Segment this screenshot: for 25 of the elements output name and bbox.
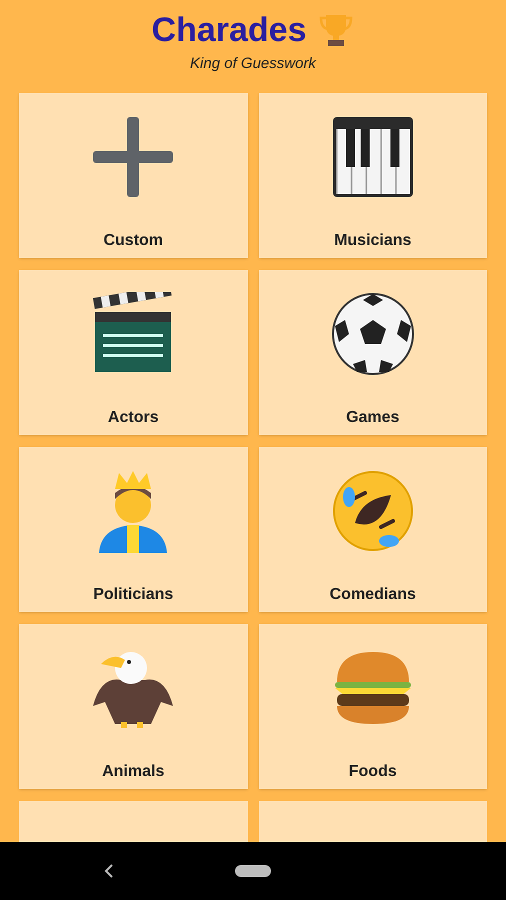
plus-icon xyxy=(91,115,176,199)
laughing-emoji-icon xyxy=(330,469,415,553)
category-card[interactable]: Comedians xyxy=(258,447,487,612)
app-subtitle: King of Guesswork xyxy=(190,54,316,74)
category-label: Actors xyxy=(108,408,159,428)
category-card[interactable]: Animals xyxy=(19,624,248,789)
app-title: Charades xyxy=(152,10,306,50)
back-icon[interactable] xyxy=(104,864,114,878)
category-card[interactable]: Politicians xyxy=(19,447,248,612)
soccer-ball-icon xyxy=(330,292,415,376)
category-label: Animals xyxy=(102,762,164,782)
category-card[interactable]: Actors xyxy=(19,270,248,435)
category-label: Games xyxy=(346,408,400,428)
category-label: Musicians xyxy=(334,231,412,251)
trophy-icon xyxy=(318,12,354,48)
category-label: Custom xyxy=(103,231,164,251)
category-label: Comedians xyxy=(330,585,416,605)
category-card[interactable]: Custom xyxy=(19,93,248,258)
category-label: Politicians xyxy=(93,585,174,605)
category-card[interactable]: Games xyxy=(258,270,487,435)
category-card[interactable]: Musicians xyxy=(258,93,487,258)
category-card[interactable]: Foods xyxy=(258,624,487,789)
piano-keys-icon xyxy=(330,115,415,199)
home-handle[interactable] xyxy=(235,865,271,877)
category-label: Foods xyxy=(348,762,397,782)
